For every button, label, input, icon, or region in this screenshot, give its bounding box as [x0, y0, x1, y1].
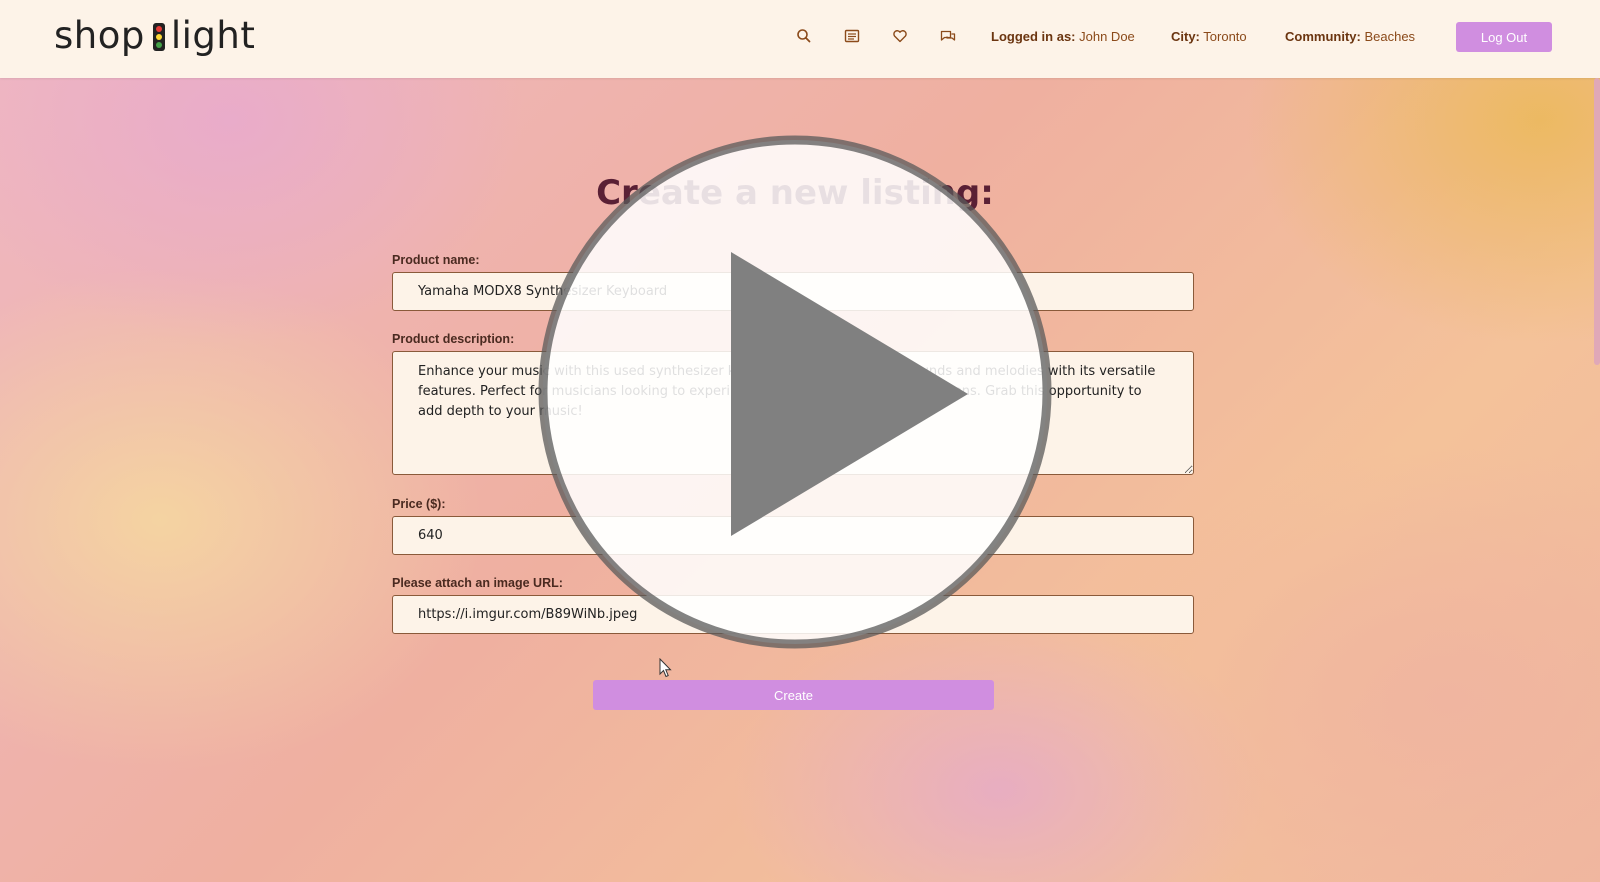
logo-text-shop: shop	[54, 13, 145, 57]
logo[interactable]: shop light	[54, 13, 255, 57]
page-scrollbar[interactable]	[1594, 78, 1600, 365]
log-out-button[interactable]: Log Out	[1456, 22, 1552, 52]
city-info: City: Toronto	[1171, 29, 1247, 44]
city-label: City:	[1171, 29, 1200, 44]
logged-in-user: John Doe	[1079, 29, 1135, 44]
city-value: Toronto	[1203, 29, 1247, 44]
mouse-cursor-icon	[659, 658, 672, 678]
community-value: Beaches	[1364, 29, 1416, 44]
logged-in-label: Logged in as:	[991, 29, 1076, 44]
listings-icon[interactable]	[843, 27, 861, 45]
logged-in-info: Logged in as: John Doe	[991, 29, 1135, 44]
traffic-light-icon	[152, 23, 165, 51]
chat-icon[interactable]	[939, 27, 957, 45]
top-navbar: shop light Logged in as: John Doe City: …	[0, 0, 1600, 78]
logo-text-light: light	[170, 13, 256, 57]
heart-icon[interactable]	[891, 27, 909, 45]
video-play-overlay[interactable]	[537, 134, 1053, 650]
product-name-label: Product name:	[392, 253, 480, 267]
create-button[interactable]: Create	[593, 680, 994, 710]
search-icon[interactable]	[795, 27, 813, 45]
community-info: Community: Beaches	[1285, 29, 1415, 44]
product-description-label: Product description:	[392, 332, 515, 346]
play-icon[interactable]	[537, 134, 1053, 650]
community-label: Community:	[1285, 29, 1361, 44]
price-label: Price ($):	[392, 497, 446, 511]
